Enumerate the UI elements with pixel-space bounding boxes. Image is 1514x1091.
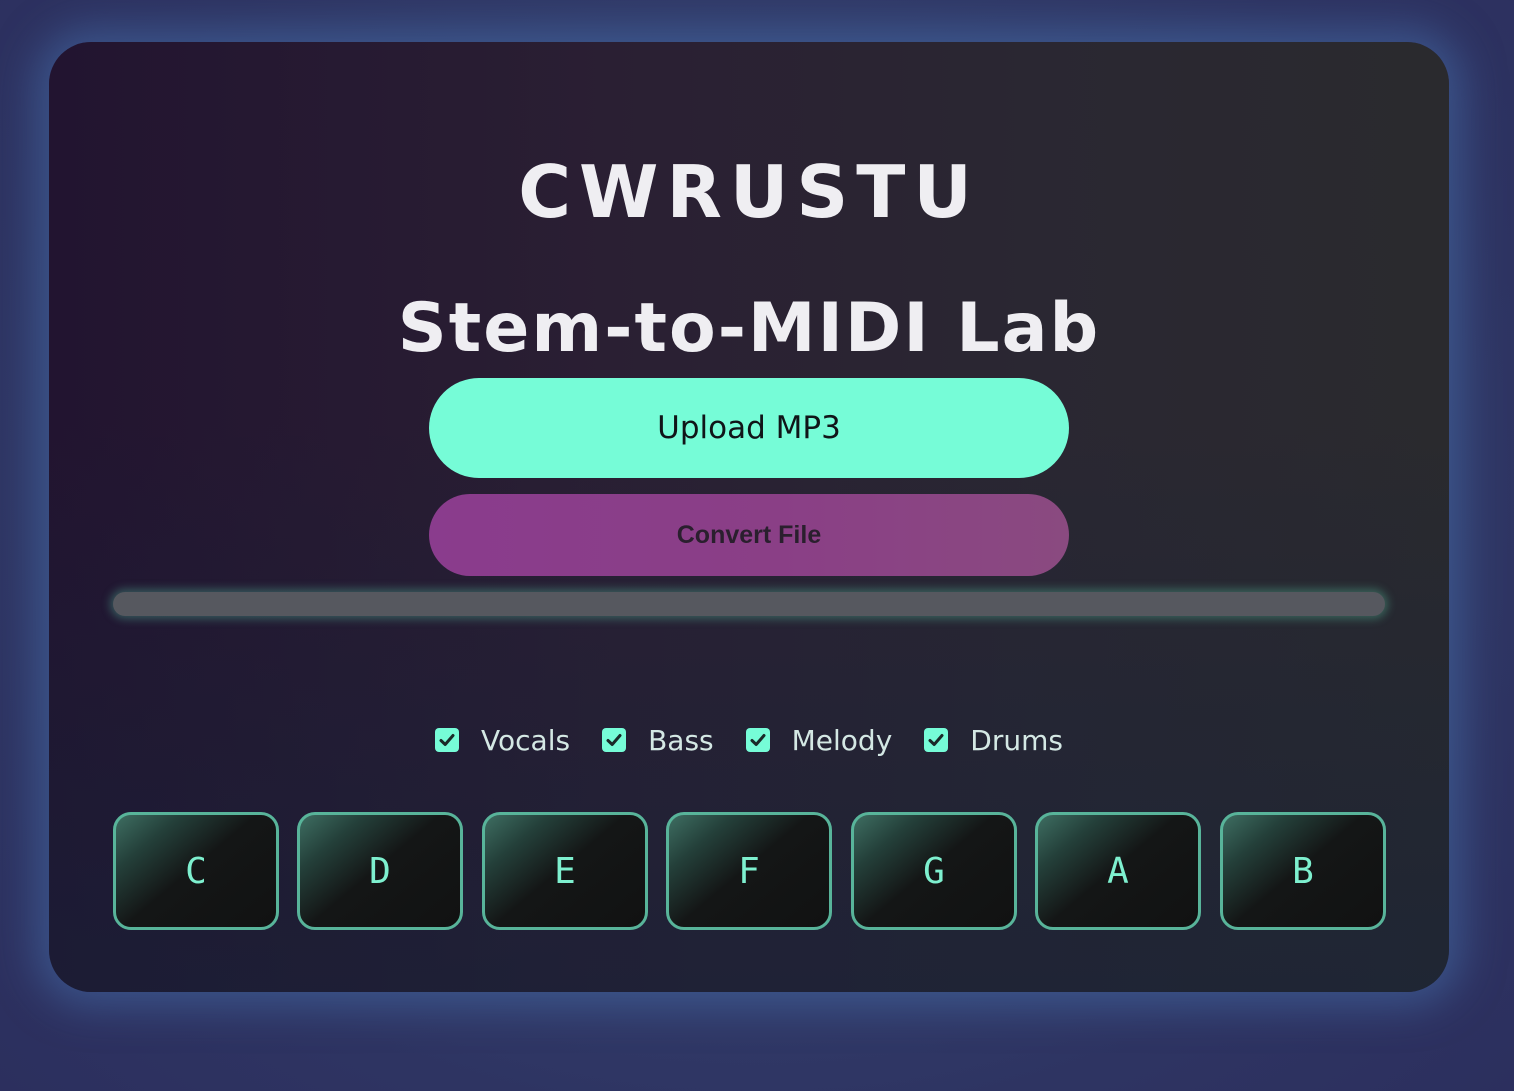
stem-options: Vocals Bass Melody Drums	[49, 720, 1449, 760]
checkmark-icon	[750, 734, 766, 746]
key-d[interactable]: D	[297, 812, 463, 930]
key-b[interactable]: B	[1220, 812, 1386, 930]
key-label: G	[923, 850, 945, 892]
key-label: D	[369, 850, 391, 892]
key-g[interactable]: G	[851, 812, 1017, 930]
key-label: A	[1107, 850, 1129, 892]
convert-file-button[interactable]: Convert File	[429, 494, 1069, 576]
checkmark-icon	[439, 734, 455, 746]
upload-mp3-button[interactable]: Upload MP3	[429, 378, 1069, 478]
drums-label: Drums	[970, 723, 1063, 757]
convert-file-label: Convert File	[676, 520, 822, 549]
melody-label: Melody	[791, 723, 893, 757]
vocals-label: Vocals	[481, 723, 571, 757]
vocals-checkbox[interactable]	[435, 728, 460, 752]
progress-bar	[113, 592, 1385, 616]
key-label: C	[185, 850, 207, 892]
checkmark-icon	[928, 734, 944, 746]
key-label: B	[1292, 850, 1314, 892]
key-c[interactable]: C	[113, 812, 279, 930]
melody-checkbox[interactable]	[745, 728, 770, 752]
key-a[interactable]: A	[1035, 812, 1201, 930]
bass-checkbox[interactable]	[602, 728, 627, 752]
drums-checkbox[interactable]	[924, 728, 949, 752]
note-keys: C D E F G A B	[113, 812, 1386, 930]
bass-label: Bass	[648, 723, 714, 757]
key-label: E	[554, 850, 576, 892]
brand-title: CWRUSTU	[518, 150, 980, 234]
stem-option-melody[interactable]: Melody	[745, 723, 893, 757]
stem-option-vocals[interactable]: Vocals	[435, 724, 570, 757]
main-card: CWRUSTU Stem-to-MIDI Lab Upload MP3 Conv…	[49, 42, 1449, 992]
key-label: F	[738, 850, 760, 892]
page-title: Stem-to-MIDI Lab	[397, 289, 1101, 368]
stem-option-drums[interactable]: Drums	[924, 724, 1063, 757]
key-e[interactable]: E	[482, 812, 648, 930]
upload-mp3-label: Upload MP3	[657, 410, 841, 446]
stem-option-bass[interactable]: Bass	[602, 724, 714, 757]
key-f[interactable]: F	[666, 812, 832, 930]
checkmark-icon	[606, 734, 622, 746]
